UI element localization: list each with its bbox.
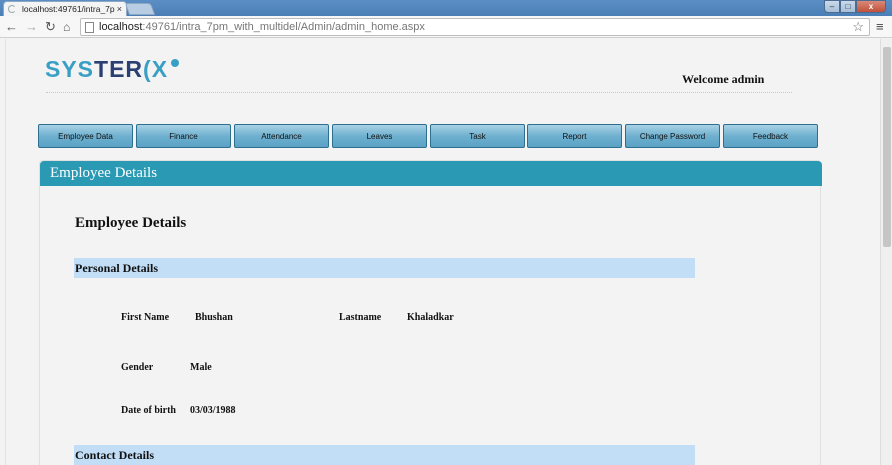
nav-change-password[interactable]: Change Password	[625, 124, 720, 148]
tab-title: localhost:49761/intra_7pm	[22, 4, 115, 14]
last-name-value: Khaladkar	[407, 312, 454, 323]
back-arrow-icon[interactable]: ←	[5, 19, 18, 35]
nav-task[interactable]: Task	[430, 124, 525, 148]
reload-icon[interactable]: ↻	[45, 19, 56, 35]
personal-details-header: Personal Details	[74, 258, 695, 278]
forward-arrow-icon[interactable]: →	[25, 19, 38, 35]
browser-tab[interactable]: localhost:49761/intra_7pm ×	[3, 1, 127, 16]
page-icon	[85, 21, 94, 33]
loading-spinner-icon	[8, 5, 16, 13]
systerix-logo: SYSTER(X	[45, 56, 179, 82]
page-left-border	[5, 39, 6, 465]
nav-attendance[interactable]: Attendance	[234, 124, 329, 148]
window-close-button[interactable]: x	[856, 0, 886, 13]
last-name-label: Lastname	[339, 312, 382, 323]
nav-report[interactable]: Report	[527, 124, 622, 148]
url-path: :49761/intra_7pm_with_multidel/Admin/adm…	[142, 21, 425, 33]
gender-value: Male	[190, 362, 212, 373]
window-maximize-button[interactable]: □	[840, 0, 856, 13]
logo-dot-icon	[171, 59, 179, 67]
panel-header: Employee Details	[40, 161, 822, 186]
hamburger-menu-icon[interactable]: ≡	[876, 19, 884, 35]
header-divider	[46, 92, 792, 93]
window-minimize-button[interactable]: –	[824, 0, 840, 13]
browser-toolbar: ← → ↻ ⌂ localhost :49761/intra_7pm_with_…	[0, 16, 892, 38]
logo-text-part2: TER	[94, 56, 144, 82]
logo-text-part1: SYS	[45, 56, 95, 82]
first-name-value: Bhushan	[195, 312, 233, 323]
tab-close-icon[interactable]: ×	[117, 4, 122, 14]
home-icon[interactable]: ⌂	[63, 19, 70, 35]
nav-employee-data[interactable]: Employee Data	[38, 124, 133, 148]
gender-label: Gender	[121, 362, 154, 373]
vertical-scrollbar[interactable]	[880, 39, 892, 465]
star-icon[interactable]: ☆	[852, 19, 864, 35]
address-bar[interactable]: localhost :49761/intra_7pm_with_multidel…	[80, 18, 870, 36]
nav-finance[interactable]: Finance	[136, 124, 231, 148]
dob-label: Date of birth	[121, 405, 176, 416]
url-host: localhost	[99, 21, 143, 33]
nav-leaves[interactable]: Leaves	[332, 124, 427, 148]
dob-value: 03/03/1988	[190, 405, 236, 416]
browser-tab-strip: localhost:49761/intra_7pm × – □ x	[0, 0, 892, 16]
welcome-text: Welcome admin	[682, 72, 765, 86]
contact-details-header: Contact Details	[74, 445, 695, 465]
page-viewport: SYSTER(X Welcome admin Employee Data Fin…	[0, 39, 880, 465]
page-title: Employee Details	[75, 215, 187, 231]
nav-feedback[interactable]: Feedback	[723, 124, 818, 148]
logo-text-part3: (X	[143, 56, 169, 82]
new-tab-button[interactable]	[124, 3, 156, 15]
scrollbar-thumb[interactable]	[883, 47, 891, 247]
first-name-label: First Name	[121, 312, 170, 323]
